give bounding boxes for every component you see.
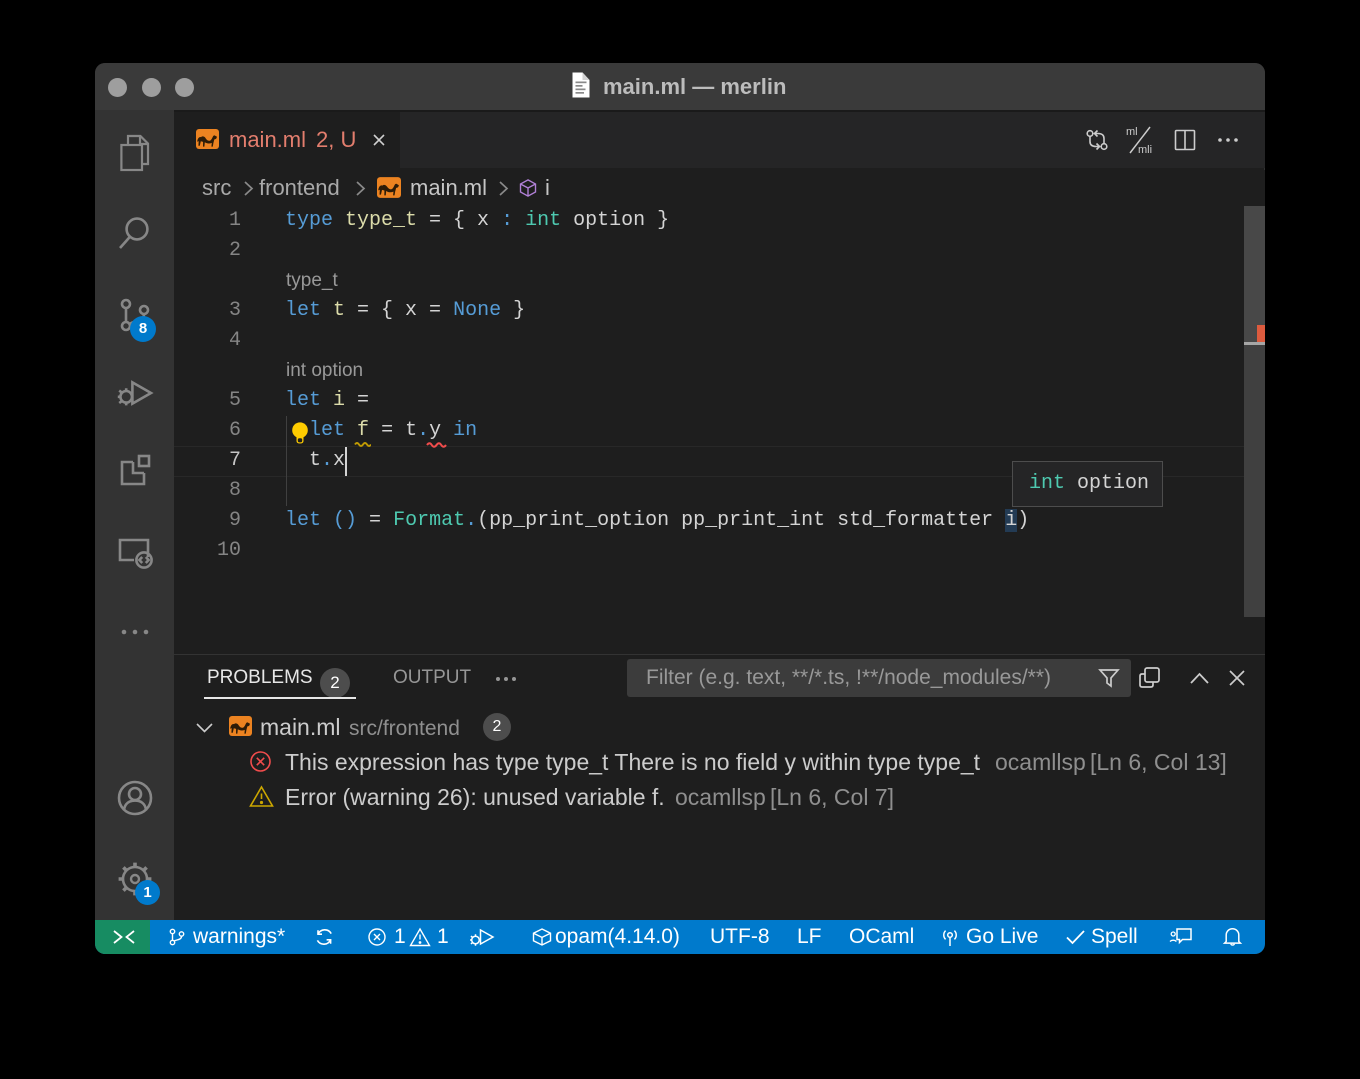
svg-text:ml: ml xyxy=(1126,126,1138,138)
svg-text:mli: mli xyxy=(1138,144,1152,156)
